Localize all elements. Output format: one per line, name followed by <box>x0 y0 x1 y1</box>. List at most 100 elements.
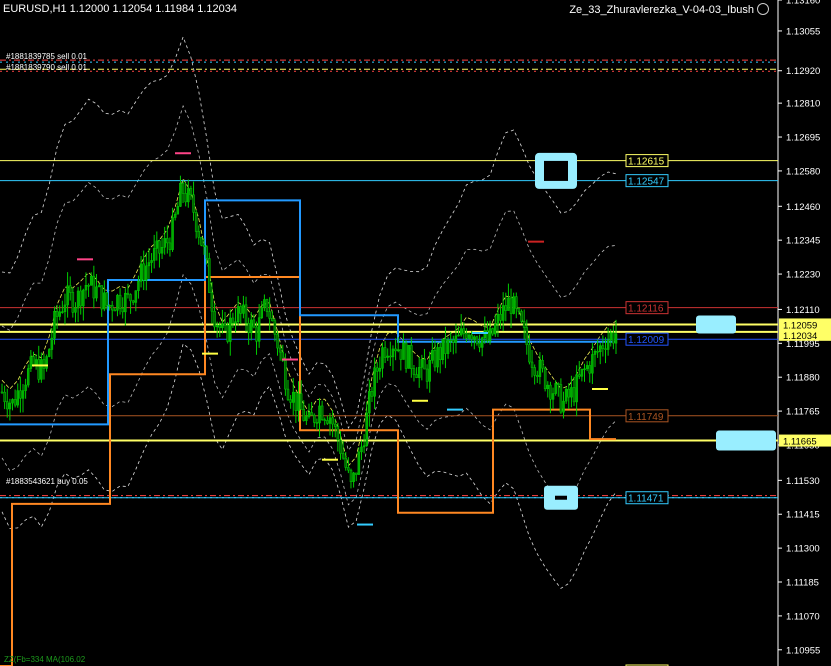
candle-body <box>381 347 384 369</box>
candle-body <box>124 292 127 313</box>
candle-body <box>286 388 290 400</box>
candle-body <box>61 311 64 313</box>
candle-body <box>137 280 140 291</box>
candle-body <box>336 426 340 441</box>
candle-body <box>110 305 114 311</box>
candle-body <box>599 345 602 353</box>
candle-body <box>294 391 298 411</box>
candle-body <box>480 337 484 348</box>
candle-body <box>583 368 586 371</box>
candle-body <box>184 193 187 203</box>
candle-body <box>323 419 326 421</box>
candle-body <box>389 355 392 358</box>
candle-body <box>292 391 295 403</box>
candle-body <box>158 240 161 254</box>
candle-body <box>97 285 101 288</box>
level-label: 1.12116 <box>628 304 664 315</box>
candle-body <box>142 263 145 281</box>
candle-body <box>278 347 282 353</box>
y-tick-label: 1.12580 <box>786 166 820 177</box>
candle-body <box>32 356 35 365</box>
candle-body <box>494 323 497 335</box>
candle-body <box>92 275 96 299</box>
candle-body <box>47 349 51 357</box>
candle-body <box>100 285 103 310</box>
candle-body <box>326 420 329 424</box>
axis-price-tag-text: 1.12034 <box>783 331 817 342</box>
symbol-info: EURUSD,H1 1.12000 1.12054 1.11984 1.1203… <box>3 3 238 15</box>
candle-body <box>229 317 232 342</box>
candle-body <box>50 337 54 350</box>
y-tick-label: 1.12345 <box>786 236 820 247</box>
candle-body <box>24 384 27 391</box>
candle-body <box>562 400 565 413</box>
y-tick-label: 1.11880 <box>786 373 820 384</box>
candle-body <box>147 262 151 267</box>
candle-body <box>331 417 334 425</box>
candle-body <box>328 417 332 424</box>
candle-body <box>310 412 313 416</box>
candle-body <box>606 339 610 350</box>
candle-body <box>276 334 279 349</box>
candle-body <box>134 290 138 303</box>
candle-body <box>386 355 389 358</box>
candle-body <box>593 350 597 355</box>
candle-body <box>365 412 368 446</box>
candle-body <box>559 384 563 413</box>
candle-body <box>152 248 156 261</box>
candle-body <box>433 350 437 368</box>
smiley-icon[interactable] <box>757 3 769 15</box>
candle-body <box>82 289 85 307</box>
price-chart[interactable]: 1.13160 1.13055 1.12920 1.12810 1.12695 1.125… <box>0 0 831 666</box>
candle-body <box>431 350 434 361</box>
candle-body <box>591 354 594 374</box>
candle-body <box>567 388 571 398</box>
candle-body <box>488 328 492 342</box>
candle-body <box>441 338 445 360</box>
axis-price-tag-text: 1.11665 <box>783 437 817 448</box>
candle-body <box>428 360 431 382</box>
candle-body <box>74 307 77 313</box>
candle-body <box>21 390 25 399</box>
current-price-marker <box>696 315 736 334</box>
candle-body <box>536 375 539 377</box>
candle-body <box>491 328 494 335</box>
y-tick-label: 1.12810 <box>786 99 820 110</box>
candle-body <box>378 368 382 372</box>
candle-body <box>118 294 122 309</box>
candle-body <box>40 359 43 380</box>
level-label: 1.12547 <box>628 177 665 188</box>
candle-body <box>407 345 410 369</box>
candle-body <box>208 258 211 293</box>
candle-body <box>525 327 529 345</box>
level-label: 1.12615 <box>628 157 665 168</box>
candle-body <box>570 387 573 398</box>
candle-body <box>166 238 169 244</box>
candle-body <box>126 292 130 295</box>
candle-body <box>383 347 387 358</box>
candle-body <box>554 383 557 394</box>
candle-body <box>173 213 177 218</box>
candle-body <box>131 300 135 303</box>
candle-body <box>509 297 513 314</box>
candle-body <box>252 319 256 328</box>
candle-body <box>139 263 143 282</box>
expert-name: Ze_33_Zhuravlerezka_V-04-03_Ibush <box>569 3 769 16</box>
candle-body <box>515 296 518 309</box>
candle-body <box>452 339 455 343</box>
y-tick-label: 1.13160 <box>786 0 820 7</box>
candle-body <box>268 311 271 319</box>
candle-body <box>580 368 584 377</box>
candle-body <box>454 335 458 343</box>
candle-body <box>436 347 439 368</box>
candle-body <box>145 265 148 281</box>
candle-body <box>344 457 347 468</box>
candle-body <box>53 311 56 339</box>
candle-body <box>410 345 413 369</box>
candle-body <box>557 383 560 385</box>
level-label: 1.12009 <box>628 335 665 346</box>
candle-body <box>84 285 88 291</box>
candle-body <box>242 304 245 314</box>
candle-body <box>221 323 224 329</box>
candle-body <box>601 345 605 349</box>
